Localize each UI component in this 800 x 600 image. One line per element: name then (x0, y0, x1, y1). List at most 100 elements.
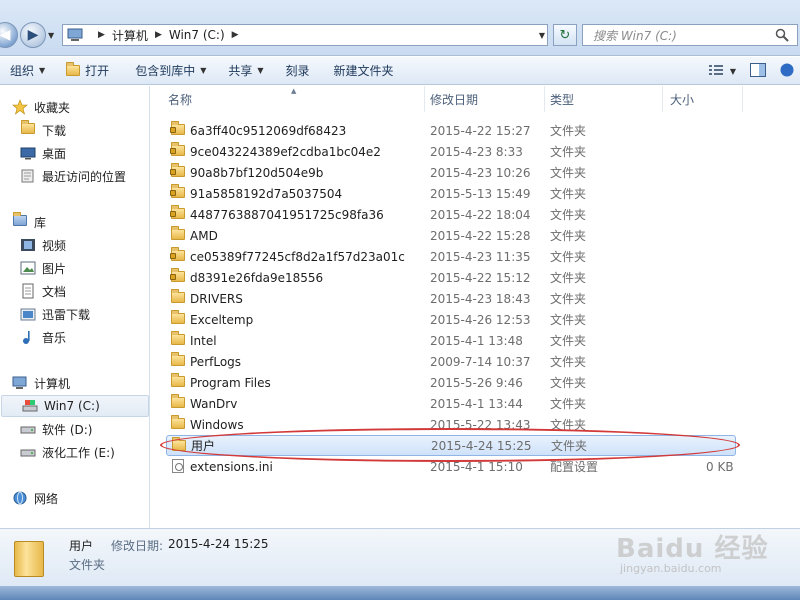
nav-documents[interactable]: 文档 (0, 280, 150, 302)
file-type: 文件夹 (550, 208, 587, 222)
search-input[interactable]: 搜索 Win7 (C:) (582, 24, 798, 46)
nav-videos[interactable]: 视频 (0, 234, 150, 256)
breadcrumb-separator-icon[interactable]: ▶ (232, 30, 239, 40)
column-type-label: 类型 (550, 92, 575, 107)
nav-drive-d[interactable]: 软件 (D:) (0, 418, 150, 440)
locked-folder-icon (170, 205, 186, 221)
nav-recent[interactable]: 最近访问的位置 (0, 165, 150, 187)
file-date: 2015-4-22 15:27 (430, 123, 531, 138)
locked-folder-icon (170, 142, 186, 158)
file-size: 0 KB (706, 459, 734, 474)
new-folder-label: 新建文件夹 (333, 64, 394, 78)
file-name: 90a8b7bf120d504e9b (190, 165, 324, 180)
file-row[interactable]: DRIVERS 2015-4-23 18:43 文件夹 (166, 288, 736, 309)
nav-favorites[interactable]: 收藏夹 (0, 96, 150, 118)
recent-places-icon (20, 168, 36, 184)
nav-drive-d-label: 软件 (D:) (42, 422, 93, 437)
file-date: 2015-5-22 13:43 (430, 417, 531, 432)
share-label: 共享 (228, 64, 253, 78)
nav-downloads[interactable]: 下载 (0, 119, 150, 141)
file-name: 6a3ff40c9512069df68423 (190, 123, 347, 138)
file-date: 2015-5-26 9:46 (430, 375, 523, 390)
search-icon[interactable] (775, 28, 789, 42)
file-date: 2015-4-24 15:25 (431, 438, 532, 453)
file-row[interactable]: Windows 2015-5-22 13:43 文件夹 (166, 414, 736, 435)
back-button[interactable]: ◀ (0, 22, 18, 48)
forward-button[interactable]: ▶ (20, 22, 46, 48)
preview-pane-button[interactable] (742, 57, 774, 85)
chevron-down-icon: ▼ (39, 66, 46, 75)
file-name: 9ce043224389ef2cdba1bc04e2 (190, 144, 381, 159)
file-row[interactable]: 9ce043224389ef2cdba1bc04e2 2015-4-23 8:3… (166, 141, 736, 162)
file-type: 文件夹 (550, 397, 587, 411)
file-name: 91a5858192d7a5037504 (190, 186, 343, 201)
file-row[interactable]: PerfLogs 2009-7-14 10:37 文件夹 (166, 351, 736, 372)
breadcrumb-drive-c[interactable]: Win7 (C:) (169, 28, 225, 42)
file-row[interactable]: AMD 2015-4-22 15:28 文件夹 (166, 225, 736, 246)
file-name: extensions.ini (190, 459, 273, 474)
nav-computer[interactable]: 计算机 (0, 372, 150, 394)
file-type: 文件夹 (550, 124, 587, 138)
file-row[interactable]: Intel 2015-4-1 13:48 文件夹 (166, 330, 736, 351)
file-row[interactable]: 4487763887041951725c98fa36 2015-4-22 18:… (166, 204, 736, 225)
view-options-button[interactable]: ▼ (703, 57, 742, 85)
help-button[interactable] (774, 57, 800, 85)
breadcrumb-separator-icon[interactable]: ▶ (98, 30, 105, 40)
address-dropdown-icon[interactable]: ▼ (534, 24, 550, 46)
breadcrumb-separator-icon[interactable]: ▶ (155, 30, 162, 40)
file-row[interactable]: Exceltemp 2015-4-26 12:53 文件夹 (166, 309, 736, 330)
folder-icon (170, 310, 186, 326)
file-row[interactable]: 6a3ff40c9512069df68423 2015-4-22 15:27 文… (166, 120, 736, 141)
downloads-folder-icon (20, 120, 36, 138)
refresh-button[interactable]: ↻ (553, 24, 577, 46)
open-button[interactable]: 打开 (53, 57, 117, 85)
nav-pictures[interactable]: 图片 (0, 257, 150, 279)
organize-button[interactable]: 组织 ▼ (0, 57, 53, 85)
desktop-icon (20, 145, 36, 161)
column-type[interactable]: 类型 (545, 86, 663, 112)
new-folder-button[interactable]: 新建文件夹 (318, 57, 402, 85)
nav-network[interactable]: 网络 (0, 487, 150, 509)
file-date: 2015-4-23 8:33 (430, 144, 523, 159)
file-row[interactable]: d8391e26fda9e18556 2015-4-22 15:12 文件夹 (166, 267, 736, 288)
file-row-selected[interactable]: 用户 2015-4-24 15:25 文件夹 (166, 435, 736, 456)
nav-drive-e[interactable]: 液化工作 (E:) (0, 441, 150, 463)
file-row[interactable]: Program Files 2015-5-26 9:46 文件夹 (166, 372, 736, 393)
file-type: 文件夹 (551, 439, 588, 453)
file-row[interactable]: 91a5858192d7a5037504 2015-5-13 15:49 文件夹 (166, 183, 736, 204)
nav-desktop[interactable]: 桌面 (0, 142, 150, 164)
file-name: Windows (190, 417, 244, 432)
drive-icon (20, 421, 36, 437)
folder-icon (170, 415, 186, 431)
details-name: 用户 (69, 539, 94, 553)
details-date-label: 修改日期: (111, 539, 164, 553)
picture-icon (20, 260, 36, 276)
address-bar[interactable]: ▶ 计算机 ▶ Win7 (C:) ▶ (62, 24, 548, 46)
column-date[interactable]: 修改日期 (425, 86, 545, 112)
file-name: DRIVERS (190, 291, 243, 306)
details-type: 文件夹 (69, 558, 106, 572)
include-in-library-button[interactable]: 包含到库中 ▼ (117, 57, 214, 85)
file-type: 文件夹 (550, 271, 587, 285)
nav-drive-c[interactable]: Win7 (C:) (1, 395, 149, 417)
burn-button[interactable]: 刻录 (272, 57, 318, 85)
breadcrumb-computer[interactable]: 计算机 (112, 27, 148, 44)
nav-thunder[interactable]: 迅雷下载 (0, 303, 150, 325)
chevron-down-icon: ▼ (200, 66, 207, 75)
file-type: 文件夹 (550, 229, 587, 243)
view-controls: ▼ (703, 57, 800, 85)
file-row[interactable]: ce05389f77245cf8d2a1f57d23a01c 2015-4-23… (166, 246, 736, 267)
nav-libraries[interactable]: 库 (0, 211, 150, 233)
file-row[interactable]: extensions.ini 2015-4-1 15:10 配置设置 0 KB (166, 456, 736, 477)
column-name[interactable]: 名称 (151, 86, 425, 112)
file-date: 2015-4-23 10:26 (430, 165, 531, 180)
file-name: PerfLogs (190, 354, 242, 369)
share-button[interactable]: 共享 ▼ (214, 57, 271, 85)
nav-music[interactable]: 音乐 (0, 326, 150, 348)
file-row[interactable]: 90a8b7bf120d504e9b 2015-4-23 10:26 文件夹 (166, 162, 736, 183)
history-dropdown-icon[interactable]: ▼ (48, 31, 54, 40)
file-row[interactable]: WanDrv 2015-4-1 13:44 文件夹 (166, 393, 736, 414)
music-icon (20, 329, 36, 345)
column-size[interactable]: 大小 (663, 86, 743, 112)
nav-drive-e-label: 液化工作 (E:) (42, 445, 115, 460)
